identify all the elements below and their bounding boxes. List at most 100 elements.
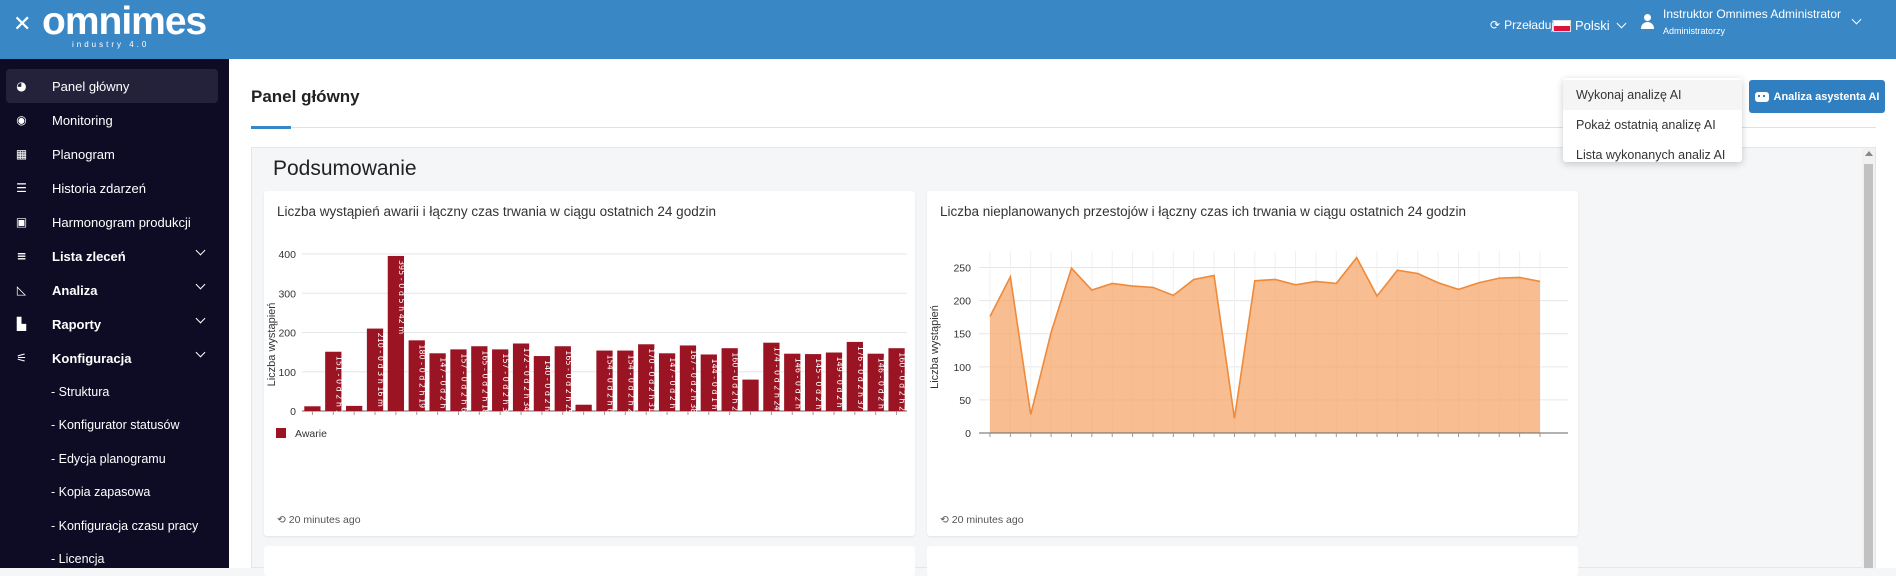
summary-panel: Podsumowanie Liczba wystąpień awarii i ł… xyxy=(251,147,1876,568)
logo-tagline: industry 4.0 xyxy=(72,40,149,49)
sidebar-subitem-backup[interactable]: - Kopia zapasowa xyxy=(0,476,229,510)
bar-data-label: 157 - 0 d 2 h 33 m xyxy=(501,353,510,427)
menu-item-show-last-ai-analysis[interactable]: Pokaż ostatnią analizę AI xyxy=(1563,110,1742,140)
calendar-icon: ▣ xyxy=(15,216,28,228)
scroll-up-icon[interactable] xyxy=(1865,151,1873,156)
sidebar-subitem-status-configurator[interactable]: - Konfigurator statusów xyxy=(0,409,229,443)
poland-flag-icon xyxy=(1553,20,1571,32)
y-tick-label: 0 xyxy=(290,406,296,418)
sidebar-item-label: Panel główny xyxy=(52,79,129,94)
sidebar-item-label: Raporty xyxy=(52,317,101,332)
y-tick-label: 250 xyxy=(953,263,971,275)
bar-data-label: 145 - 0 d 2 h 13 m xyxy=(814,358,823,432)
bar xyxy=(304,406,320,411)
panel-title: Podsumowanie xyxy=(273,157,417,181)
bar-data-label: 140 - 0 d 2 h 2 m xyxy=(543,360,552,429)
bar-data-label: 144 - 0 d 1 h 59 m xyxy=(710,358,719,432)
task-list-icon: ≡ xyxy=(15,250,28,262)
map-icon: ▦ xyxy=(15,148,28,160)
bar-data-label: 154 - 0 d 2 h 6 m xyxy=(606,355,615,424)
clock-icon: ⟲ xyxy=(940,514,949,526)
user-icon xyxy=(1640,14,1655,29)
bar-data-label: 147 - 0 d 2 h 2 m xyxy=(668,357,677,426)
bar-data-label: 149 - 0 d 2 h 16 m xyxy=(835,357,844,431)
legend-label: Awarie xyxy=(295,428,327,440)
updated-label: 20 minutes ago xyxy=(289,514,361,526)
logo[interactable]: omnimes industry 4.0 xyxy=(42,2,206,42)
sidebar-item-monitoring[interactable]: ◉ Monitoring xyxy=(0,103,229,137)
bar-data-label: 147 - 0 d 2 h 17 m xyxy=(439,357,448,431)
page-title: Panel główny xyxy=(251,87,360,107)
bar-data-label: 154 - 0 d 2 h 20 m xyxy=(626,355,635,429)
sidebar-item-label: Harmonogram produkcji xyxy=(52,215,191,230)
sidebar-subitem-planogram-edit[interactable]: - Edycja planogramu xyxy=(0,442,229,476)
reload-button[interactable]: ⟳ Przeładuj xyxy=(1490,18,1554,32)
top-bar: ✕ omnimes industry 4.0 ⟳ Przeładuj Polsk… xyxy=(0,0,1896,59)
bar-chart-icon: ▙ xyxy=(15,318,28,330)
sidebar-item-dashboard[interactable]: ◕ Panel główny xyxy=(6,69,218,103)
downtime-area-chart: 050100150200250Liczba wystąpień xyxy=(927,191,1578,511)
user-menu[interactable]: Instruktor Omnimes Administrator Adminis… xyxy=(1640,6,1860,36)
user-name: Instruktor Omnimes Administrator xyxy=(1663,6,1841,22)
sidebar-subitem-work-time-config[interactable]: - Konfiguracja czasu pracy xyxy=(0,509,229,543)
bar-data-label: 160 - 0 d 2 h 26 m xyxy=(731,352,740,426)
sidebar-item-analysis[interactable]: ◺ Analiza xyxy=(0,273,229,307)
next-card-left xyxy=(264,546,915,576)
sidebar-item-reports[interactable]: ▙ Raporty xyxy=(0,307,229,341)
dashboard-icon: ◕ xyxy=(15,80,28,92)
y-axis-label: Liczba wystąpień xyxy=(929,305,941,389)
y-tick-label: 400 xyxy=(278,249,296,261)
sidebar-item-event-history[interactable]: ☰ Historia zdarzeń xyxy=(0,171,229,205)
chevron-down-icon xyxy=(196,348,206,358)
y-tick-label: 200 xyxy=(953,296,971,308)
sidebar: ◕ Panel główny ◉ Monitoring ▦ Planogram … xyxy=(0,59,229,568)
bar xyxy=(742,380,758,411)
chevron-down-icon xyxy=(1616,19,1626,29)
scrollbar-thumb[interactable] xyxy=(1864,164,1873,568)
ai-dropdown-menu: Wykonaj analizę AI Pokaż ostatnią analiz… xyxy=(1563,78,1742,162)
chevron-down-icon xyxy=(1852,14,1862,24)
title-accent xyxy=(251,126,291,129)
sidebar-item-configuration[interactable]: ⚟ Konfiguracja xyxy=(0,341,229,375)
scrollbar[interactable] xyxy=(1862,148,1875,569)
menu-item-run-ai-analysis[interactable]: Wykonaj analizę AI xyxy=(1563,80,1742,110)
refresh-icon: ⟳ xyxy=(1490,18,1500,32)
menu-item-ai-analysis-list[interactable]: Lista wykonanych analiz AI xyxy=(1563,140,1742,170)
y-tick-label: 150 xyxy=(953,329,971,341)
chevron-down-icon xyxy=(196,246,206,256)
bar-data-label: 146 - 0 d 2 h 5 m xyxy=(877,358,886,427)
bar-data-label: 151 - 0 d 2 h 12 m xyxy=(334,356,343,430)
sidebar-item-planogram[interactable]: ▦ Planogram xyxy=(0,137,229,171)
failures-bar-chart: 0100200300400Liczba wystąpień151 - 0 d 2… xyxy=(264,191,915,511)
y-tick-label: 100 xyxy=(953,362,971,374)
bar-data-label: 160 - 0 d 2 h 22 m xyxy=(898,352,907,426)
list-icon: ☰ xyxy=(15,182,28,194)
sidebar-subitem-license[interactable]: - Licencja xyxy=(0,543,229,576)
card-updated: ⟲ 20 minutes ago xyxy=(940,514,1024,526)
ai-assistant-label: Analiza asystenta AI xyxy=(1774,91,1880,103)
sidebar-item-production-schedule[interactable]: ▣ Harmonogram produkcji xyxy=(0,205,229,239)
bar xyxy=(576,405,592,411)
sidebar-item-orders[interactable]: ≡ Lista zleceń xyxy=(0,239,229,273)
updated-label: 20 minutes ago xyxy=(952,514,1024,526)
robot-icon xyxy=(1755,92,1769,102)
chevron-down-icon xyxy=(196,314,206,324)
sidebar-subitem-structure[interactable]: - Struktura xyxy=(0,375,229,409)
language-label: Polski xyxy=(1575,18,1610,33)
card-updated: ⟲ 20 minutes ago xyxy=(277,514,361,526)
ai-assistant-button[interactable]: Analiza asystenta AI xyxy=(1749,80,1885,113)
area-chart-icon: ◺ xyxy=(15,284,28,296)
y-tick-label: 100 xyxy=(278,367,296,379)
sidebar-item-label: Analiza xyxy=(52,283,98,298)
downtime-chart-card: Liczba nieplanowanych przestojów i łączn… xyxy=(927,191,1578,536)
sidebar-item-label: Planogram xyxy=(52,147,115,162)
failures-chart-card: Liczba wystąpień awarii i łączny czas tr… xyxy=(264,191,915,536)
sidebar-item-label: Lista zleceń xyxy=(52,249,126,264)
bar-data-label: 210 - 0 d 3 h 16 m xyxy=(376,333,385,407)
chevron-down-icon xyxy=(196,280,206,290)
bar xyxy=(346,406,362,411)
bar-data-label: 174 - 0 d 2 h 24 m xyxy=(772,347,781,421)
close-icon[interactable]: ✕ xyxy=(13,14,31,36)
bar-data-label: 176 - 0 d 2 h 37 m xyxy=(856,346,865,420)
language-select[interactable]: Polski xyxy=(1553,18,1625,33)
